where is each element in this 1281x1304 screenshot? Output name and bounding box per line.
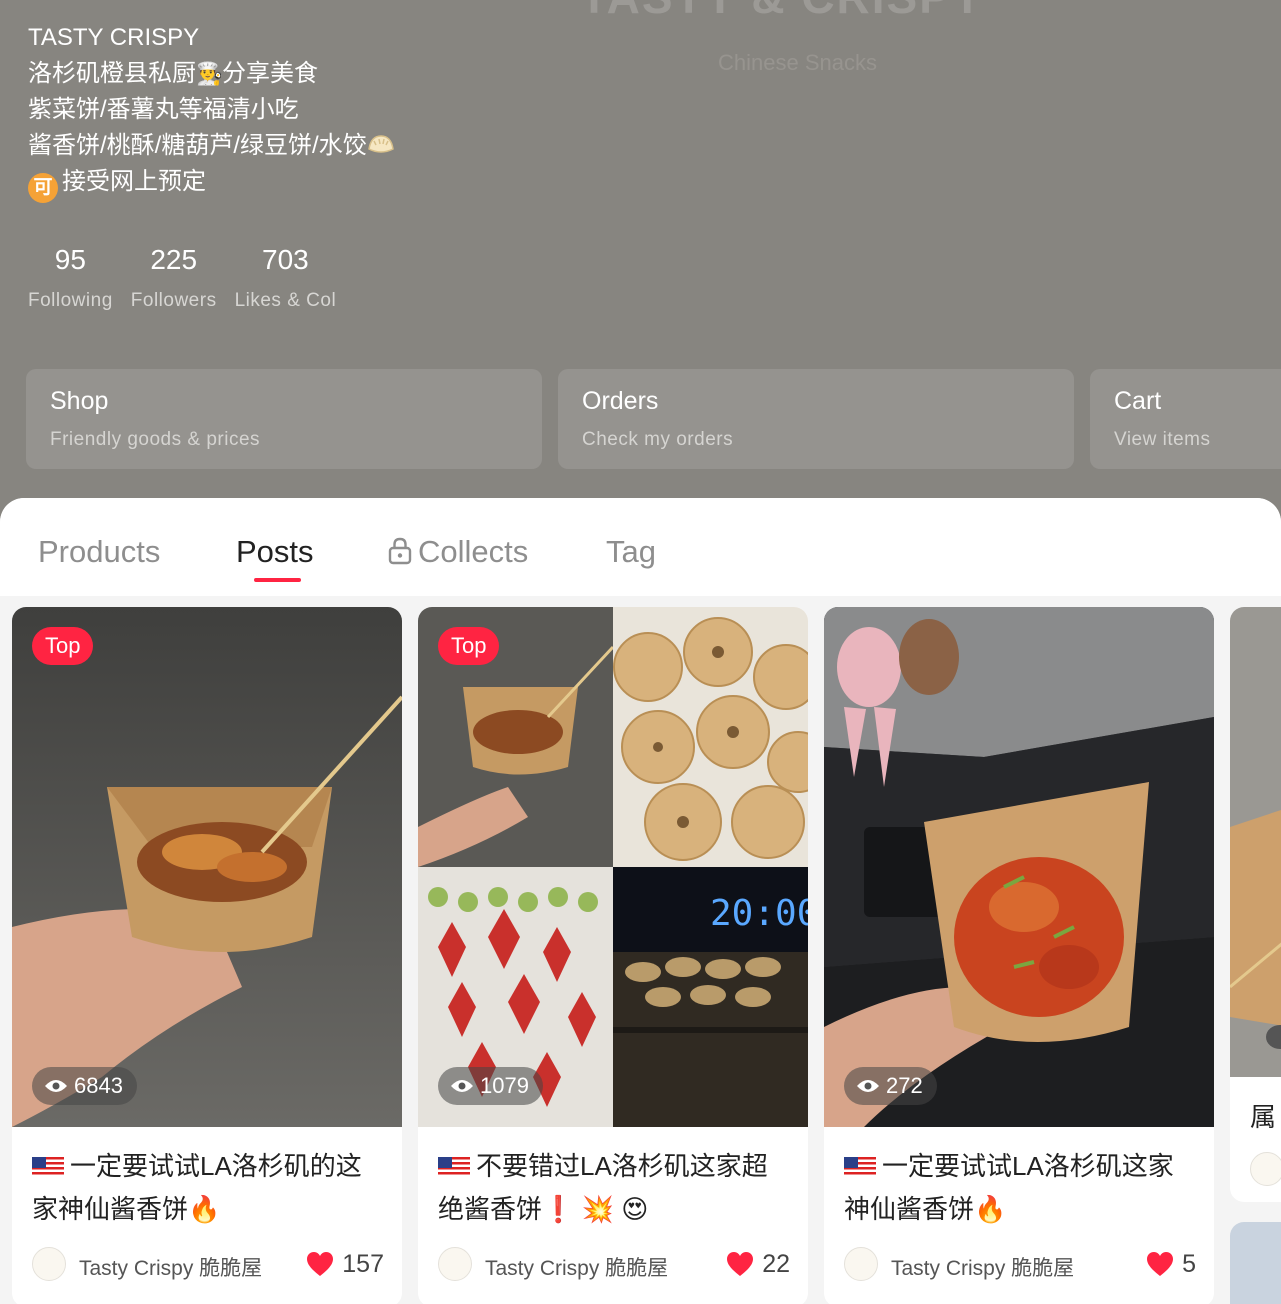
post-cover-image [1230,607,1281,1077]
post-card[interactable]: Top 6843 一定要试试LA洛杉矶的这家神仙酱香饼🔥 Tasty Crisp… [12,607,402,1304]
post-footer: Tasty Crispy 脆脆屋 5 [844,1247,1196,1283]
bio-line-4: 酱香饼/桃酥/糖葫芦/绿豆饼/水饺 [28,128,395,164]
avatar[interactable] [32,1247,66,1281]
available-badge-icon: 可 [28,173,58,203]
profile-bio: TASTY CRISPY 洛杉矶橙县私厨👨‍🍳分享美食 紫菜饼/番薯丸等福清小吃… [28,20,395,203]
view-count: 6843 [32,1067,137,1105]
author-name[interactable]: Tasty Crispy 脆脆屋 [891,1252,1074,1282]
post-title: 一定要试试LA洛杉矶的这家神仙酱香饼🔥 [32,1151,362,1224]
tab-tag[interactable]: Tag [606,534,656,570]
post-title: 属 [1250,1102,1277,1132]
brand-watermark: TASTY & CRISPY [580,0,985,24]
author-name[interactable]: Tasty Crispy 脆脆屋 [485,1252,668,1282]
avatar[interactable] [1250,1152,1281,1186]
tab-posts[interactable]: Posts [236,534,314,570]
us-flag-icon [844,1157,876,1177]
heart-icon [1147,1252,1174,1276]
dumpling-icon [367,135,394,153]
us-flag-icon [438,1157,470,1177]
top-badge: Top [32,627,94,665]
post-title: 一定要试试LA洛杉矶这家神仙酱香饼🔥 [844,1151,1174,1224]
eye-icon [45,1080,67,1092]
post-card[interactable] [1230,1222,1281,1304]
profile-header: TASTY & CRISPY Chinese Snacks TASTY CRIS… [0,0,1281,540]
tab-products[interactable]: Products [38,534,160,570]
orders-entry-button[interactable]: Orders Check my orders [558,369,1074,469]
shop-entry-button[interactable]: Shop Friendly goods & prices [26,369,542,469]
tab-collects[interactable]: Collects [388,534,528,570]
author-name[interactable]: Tasty Crispy 脆脆屋 [79,1252,262,1282]
avatar[interactable] [844,1247,878,1281]
heart-icon [307,1252,334,1276]
post-card[interactable]: 272 一定要试试LA洛杉矶这家神仙酱香饼🔥 Tasty Crispy 脆脆屋 … [824,607,1214,1304]
stat-followers[interactable]: 225 Followers [131,240,217,322]
bio-line-2: 洛杉矶橙县私厨👨‍🍳分享美食 [28,56,395,92]
post-footer: Tasty Crispy 脆脆屋 157 [32,1247,384,1283]
content-panel: Products Posts Collects Tag Top 6843 一定要… [0,498,1281,1304]
post-title: 不要错过LA洛杉矶这家超绝酱香饼❗ 💥 😍 [438,1151,768,1224]
eye-icon [451,1080,473,1092]
like-button[interactable]: 157 [306,1247,384,1281]
brand-subtitle: Chinese Snacks [718,50,877,75]
bio-name: TASTY CRISPY [28,24,200,51]
post-card[interactable]: 属 [1230,607,1281,1202]
like-button[interactable]: 22 [726,1247,790,1281]
post-cover-image: 272 [824,607,1214,1127]
oven-display: 20:00 3 [710,893,808,934]
profile-stats: 95 Following 225 Followers 703 Likes & C… [28,240,354,322]
chef-emoji-icon: 👨‍🍳 [196,61,224,86]
eye-icon [857,1080,879,1092]
post-cover-image: 20:00 3 Top 1079 [418,607,808,1127]
avatar[interactable] [438,1247,472,1281]
cart-entry-button[interactable]: Cart View items [1090,369,1281,469]
like-button[interactable]: 5 [1146,1247,1196,1281]
stat-following[interactable]: 95 Following [28,240,113,322]
tab-bar: Products Posts Collects Tag [0,498,1281,596]
view-count: 272 [844,1067,937,1105]
lock-icon [388,537,412,565]
bio-line-3: 紫菜饼/番薯丸等福清小吃 [28,96,299,123]
view-count: 1079 [438,1067,543,1105]
active-tab-indicator [254,578,301,582]
post-footer: Tasty Crispy 脆脆屋 22 [438,1247,790,1283]
post-cover-image: Top 6843 [12,607,402,1127]
heart-icon [727,1252,754,1276]
top-badge: Top [438,627,500,665]
stat-likes-collects[interactable]: 703 Likes & Col [235,240,337,322]
us-flag-icon [32,1157,64,1177]
bio-line-5: 可接受网上预定 [28,164,395,203]
post-card[interactable]: 20:00 3 Top 1079 不要错过LA洛杉矶这家超绝酱香饼❗ 💥 😍 T… [418,607,808,1304]
